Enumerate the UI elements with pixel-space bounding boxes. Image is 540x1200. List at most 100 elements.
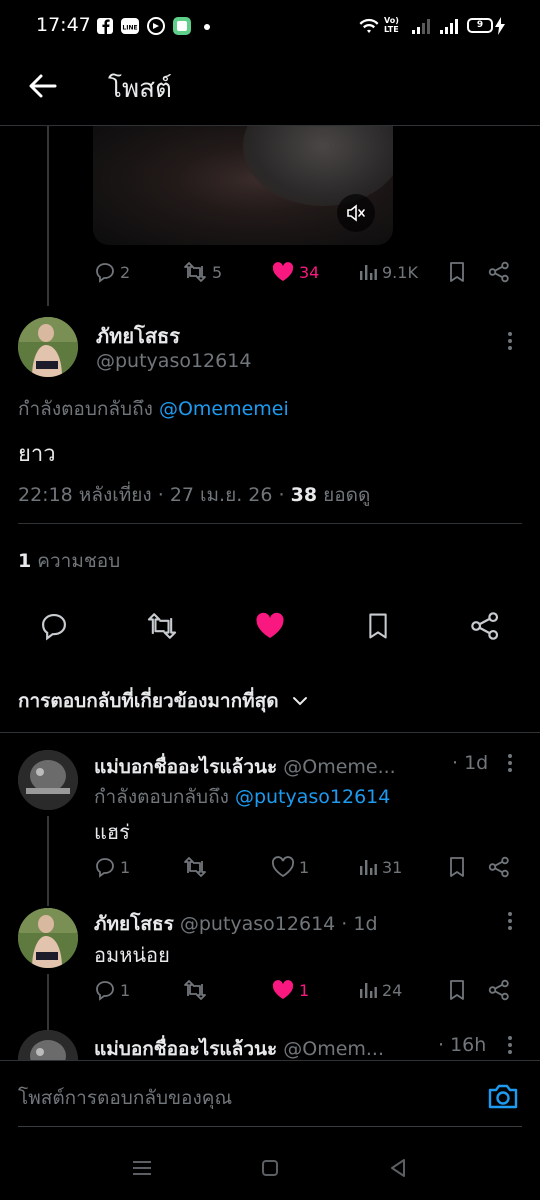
reply-author-name[interactable]: แม่บอกชื่ออะไรแล้วนะ [94,1038,277,1060]
bookmark-button[interactable] [446,856,468,878]
tweet-time: 22:18 หลังเที่ยง [18,484,152,506]
share-icon [471,612,499,640]
like-button[interactable]: 1 [271,979,309,1001]
video-thumbnail[interactable] [93,126,393,245]
repost-button[interactable] [182,856,212,878]
reply-author-handle[interactable]: @putyaso12614 [180,913,335,935]
reply-time-value: 1d [464,752,489,774]
main-repost-button[interactable] [142,606,182,646]
reply-header: ภัทยโสธร @putyaso12614 · 1d [94,913,378,935]
chevron-down-icon [292,697,307,706]
main-bookmark-button[interactable] [358,606,398,646]
sort-label: การตอบกลับที่เกี่ยวข้องมากที่สุด [18,690,279,712]
replying-to: กำลังตอบกลับถึง @Omememei [18,394,289,424]
repost-icon [184,980,206,1000]
author-name[interactable]: ภัทยโสธร [96,320,180,352]
reply-actions: 1 1 24 [94,975,514,1005]
volte-label: Vo) LTE [384,16,399,34]
reply-avatar[interactable] [18,908,78,968]
reply-author-name[interactable]: แม่บอกชื่ออะไรแล้วนะ [94,756,277,778]
reply-icon [96,858,114,878]
heart-filled-icon [272,980,294,999]
reply-text: อมหน่อย [94,943,170,967]
like-button[interactable]: 1 [271,856,309,878]
home-square-icon [262,1160,278,1176]
repost-button[interactable] [182,979,212,1001]
recents-button[interactable] [128,1154,156,1182]
main-like-button[interactable] [250,606,290,646]
replies-sort-dropdown[interactable]: การตอบกลับที่เกี่ยวข้องมากที่สุด [18,686,309,716]
reply-icon [96,981,114,1001]
bookmark-icon [369,613,387,639]
divider [0,732,540,733]
bookmark-icon [450,857,464,877]
view-count: 31 [382,857,403,877]
top-app-bar: โพสต์ [0,54,540,126]
author-handle[interactable]: @putyaso12614 [96,350,251,372]
main-reply-button[interactable] [34,606,74,646]
reply-replying-to: กำลังตอบกลับถึง @putyaso12614 [94,782,390,812]
heart-filled-icon [272,262,294,281]
share-button[interactable] [488,979,510,1001]
camera-button[interactable] [486,1079,522,1115]
tweet-meta: 22:18 หลังเที่ยง · 27 เม.ย. 26 · 38 ยอดด… [18,484,371,506]
author-avatar[interactable] [18,317,78,377]
share-button[interactable] [488,856,510,878]
replying-to-link[interactable]: @putyaso12614 [235,786,390,808]
reply-button[interactable]: 2 [94,261,130,283]
more-notifications-dot [204,24,210,30]
speaker-muted-icon [347,204,365,222]
status-bar: 17:47 LINE Vo) LTE 9 [0,0,540,54]
reply-button[interactable]: 1 [94,856,130,878]
page-title: โพสต์ [108,74,172,104]
reply-count: 1 [120,857,131,877]
more-dots-icon [508,332,512,336]
reply-header: แม่บอกชื่ออะไรแล้วนะ @Omeme... [94,752,396,782]
arrow-left-icon [29,74,57,98]
reply-author-handle[interactable]: @Omeme... [283,756,395,778]
bookmark-button[interactable] [446,261,468,283]
back-nav-button[interactable] [384,1154,412,1182]
replying-to-prefix: กำลังตอบกลับถึง [94,786,229,808]
reply-input-underline [18,1126,522,1127]
bookmark-icon [450,980,464,1000]
facebook-icon [96,16,114,36]
reply-avatar[interactable] [18,750,78,810]
signal-icon-1 [410,16,430,36]
home-button[interactable] [256,1154,284,1182]
green-app-icon [172,16,192,36]
thread-connector-top [47,126,49,306]
share-button[interactable] [488,261,510,283]
reply-more-button[interactable] [500,1030,520,1060]
main-share-button[interactable] [465,606,505,646]
reply-author-name[interactable]: ภัทยโสธร [94,913,174,935]
more-options-button[interactable] [500,326,520,356]
tweet-text: ยาว [18,442,56,467]
mute-button[interactable] [337,194,375,232]
reply-input[interactable] [18,1083,458,1113]
views-button[interactable]: 9.1K [358,262,418,282]
repost-button[interactable]: 5 [182,261,222,283]
reply-time-value: 16h [450,1034,487,1056]
reply-more-button[interactable] [500,748,520,778]
repost-icon [184,857,206,877]
views-chart-icon [360,983,377,998]
share-icon [488,261,509,283]
reply-more-button[interactable] [500,906,520,936]
reply-text: แฮร่ [94,820,130,844]
replying-to-prefix: กำลังตอบกลับถึง [18,398,153,420]
reply-author-handle[interactable]: @Omem... [283,1038,384,1060]
reply-button[interactable]: 1 [94,979,130,1001]
replying-to-link[interactable]: @Omememei [159,398,289,420]
views-button[interactable]: 31 [358,857,402,877]
reply-count: 1 [120,980,131,1000]
likes-summary[interactable]: 1 ความชอบ [18,546,120,576]
back-button[interactable] [22,66,62,106]
reply-composer [0,1060,540,1134]
views-button[interactable]: 24 [358,980,402,1000]
divider [18,523,522,524]
line-icon: LINE [120,16,140,36]
signal-icon-2 [438,16,458,36]
bookmark-button[interactable] [446,979,468,1001]
like-button[interactable]: 34 [271,261,319,283]
